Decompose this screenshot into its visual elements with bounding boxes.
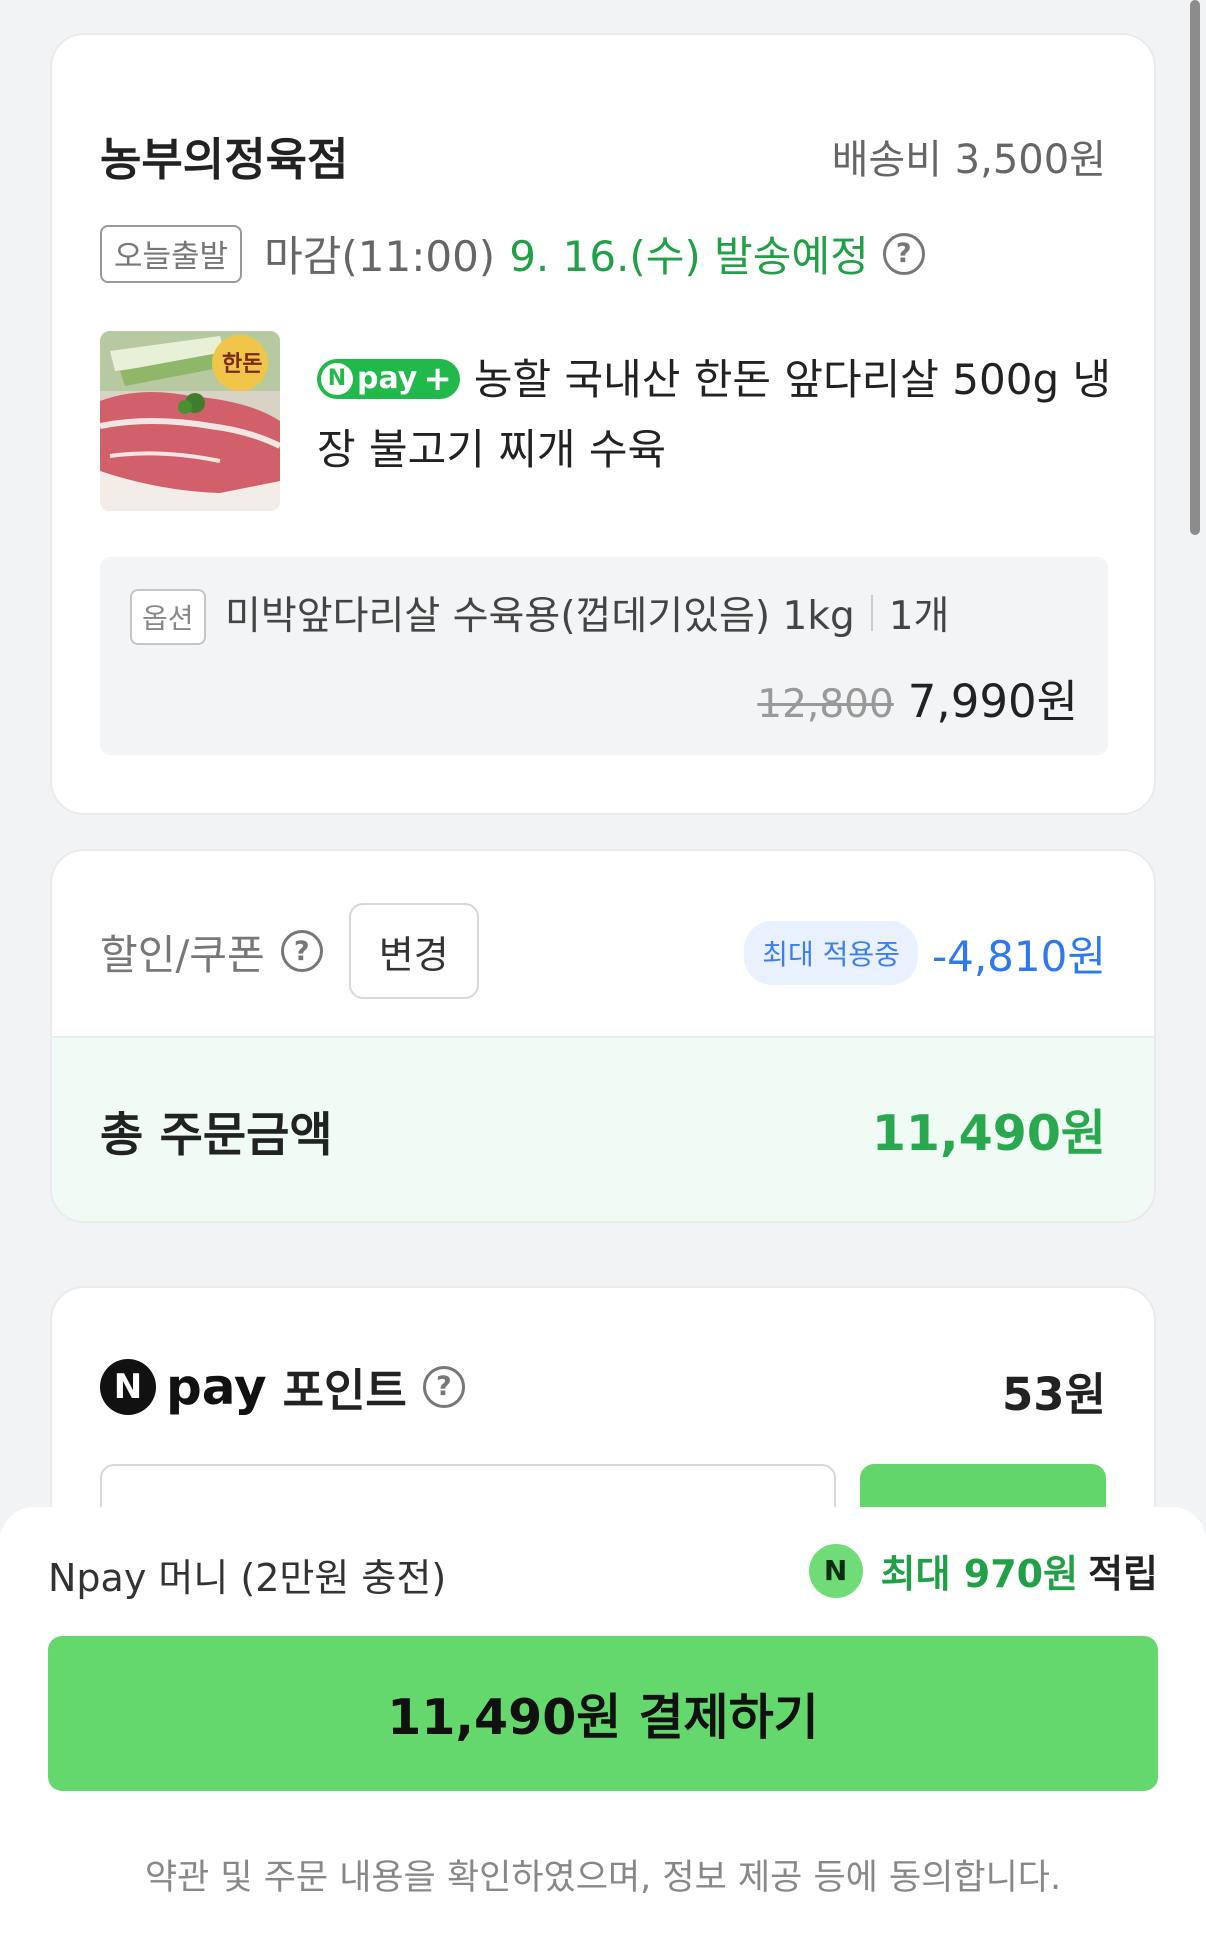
thumb-brand-text: 한돈 [222, 352, 262, 377]
original-price: 12,800 [757, 682, 894, 727]
option-name: 미박앞다리살 수육용(껍데기있음) 1kg [225, 594, 855, 639]
checkout-page: 농부의정육점 배송비 3,500원 오늘출발 마감(11:00) 9. 16.(… [0, 0, 1206, 1938]
discount-label: 할인/쿠폰 [100, 931, 265, 979]
discount-card: 할인/쿠폰 ? 변경 최대 적용중 -4,810원 총 주문금액 11,490원 [50, 849, 1156, 1223]
shipping-deadline: 마감(11:00) [264, 232, 496, 281]
npay-money-label[interactable]: Npay 머니 (2만원 충전) [48, 1547, 446, 1602]
product-title[interactable]: N pay + 농할 국내산 한돈 앞다리살 500g 냉장 불고기 찌개 수육 [317, 345, 1117, 485]
shipping-fee: 배송비 3,500원 [831, 137, 1106, 183]
option-divider [870, 595, 873, 631]
product-thumbnail[interactable]: 한돈 [100, 331, 280, 511]
payment-bottom-sheet: Npay 머니 (2만원 충전) N 최대 970원 적립 11,490원 결제… [0, 1507, 1206, 1938]
npay-plus-badge: N pay + [317, 358, 460, 399]
scrollbar[interactable] [1190, 0, 1200, 535]
total-order-amount: 11,490원 [871, 1105, 1106, 1162]
npay-n-logo-icon: N [100, 1358, 156, 1415]
question-circle-icon[interactable]: ? [422, 1365, 465, 1408]
discount-amount: -4,810원 [931, 931, 1106, 981]
total-order-label: 총 주문금액 [100, 1108, 333, 1163]
option-box: 옵션 미박앞다리살 수육용(껍데기있음) 1kg 1개 12,800 7,990… [100, 557, 1108, 755]
store-order-card: 농부의정육점 배송비 3,500원 오늘출발 마감(11:00) 9. 16.(… [50, 33, 1156, 815]
npay-reward-icon: N [808, 1543, 863, 1598]
reward-info: N 최대 970원 적립 [808, 1543, 1158, 1598]
agreement-text: 약관 및 주문 내용을 확인하였으며, 정보 제공 등에 동의합니다. [144, 1858, 1062, 1898]
npay-badge-text: pay [357, 360, 418, 396]
option-price: 12,800 7,990원 [757, 665, 1078, 730]
option-tag: 옵션 [130, 589, 206, 645]
point-header: N pay 포인트 ? [100, 1354, 465, 1419]
point-balance: 53원 [1001, 1368, 1106, 1421]
npay-n-icon: N [321, 362, 353, 395]
today-departure-badge: 오늘출발 [100, 224, 243, 283]
reward-amount: 최대 970원 [880, 1552, 1079, 1596]
pay-button[interactable]: 11,490원 결제하기 [48, 1636, 1158, 1791]
discount-row: 할인/쿠폰 ? 변경 [100, 903, 479, 999]
total-order-area: 총 주문금액 11,490원 [52, 1036, 1154, 1221]
reward-suffix: 적립 [1088, 1552, 1158, 1596]
point-label: 포인트 [282, 1364, 407, 1417]
sale-price: 7,990원 [907, 675, 1078, 728]
shipping-info-row: 오늘출발 마감(11:00) 9. 16.(수) 발송예정 ? [100, 223, 925, 284]
option-quantity: 1개 [888, 594, 950, 639]
option-summary: 미박앞다리살 수육용(껍데기있음) 1kg 1개 [225, 585, 949, 641]
max-applied-badge: 최대 적용중 [744, 921, 918, 985]
shipping-date: 9. 16.(수) 발송예정 [509, 232, 869, 281]
discount-summary: 최대 적용중 -4,810원 [744, 921, 1106, 985]
pork-product-image: 한돈 [100, 331, 280, 511]
question-circle-icon[interactable]: ? [280, 930, 323, 972]
store-name[interactable]: 농부의정육점 [100, 123, 348, 188]
npay-pay-logo: pay [166, 1357, 267, 1416]
plus-icon: + [423, 358, 452, 399]
change-coupon-button[interactable]: 변경 [348, 903, 479, 999]
question-circle-icon[interactable]: ? [882, 232, 925, 275]
